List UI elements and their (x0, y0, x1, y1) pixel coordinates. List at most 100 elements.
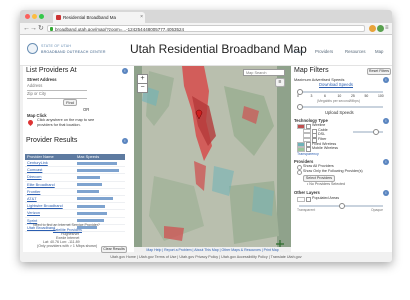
provider-name-link[interactable]: Direcom (27, 174, 41, 180)
slider-handle[interactable] (339, 203, 345, 209)
slider-handle[interactable] (373, 129, 379, 135)
technology-swatch (297, 147, 305, 152)
maximize-window-button[interactable] (39, 14, 44, 19)
table-row[interactable]: Lightwire Broadband (25, 203, 125, 211)
info-icon[interactable]: i (383, 159, 389, 165)
speed-tick-labels: 0 3 6 10 25 50 100 (297, 94, 387, 98)
transparency-label: Transparency (297, 152, 319, 156)
max-speed-bar (77, 183, 103, 187)
technology-label: Fixed Wireless (312, 141, 337, 146)
map-canvas[interactable] (134, 66, 291, 253)
table-row[interactable]: Frontier (25, 189, 125, 196)
find-button[interactable]: Find (63, 99, 77, 106)
nav-resources-link[interactable]: Resources (345, 49, 366, 54)
no-providers-text: • No Providers Selected (307, 182, 346, 186)
left-panel: List Providers At i Street Address Addre… (23, 66, 135, 253)
info-icon[interactable]: i (383, 190, 389, 196)
zoom-out-button[interactable]: − (137, 83, 148, 93)
utah-logo-icon[interactable] (27, 43, 38, 54)
provider-name-link[interactable]: AT&T (27, 196, 37, 202)
map-pin-icon (26, 118, 35, 127)
forward-arrow-icon[interactable]: → (30, 24, 37, 33)
technology-label: Wireline (312, 123, 326, 128)
map-search-input[interactable]: Map Search (243, 69, 285, 76)
provider-name-link[interactable]: Comcast (27, 167, 42, 173)
map-filters-heading: Map Filters (294, 67, 329, 74)
feedback-text: Need to find an Internet Service Provide… (33, 223, 100, 227)
nav-providers-link[interactable]: Providers (315, 49, 333, 54)
extension-icon[interactable] (369, 25, 376, 32)
info-icon[interactable]: i (122, 138, 128, 144)
max-speed-bar (77, 168, 120, 172)
max-speed-bar (77, 197, 113, 201)
download-speed-slider[interactable] (297, 89, 383, 95)
close-window-button[interactable] (25, 14, 30, 19)
table-row[interactable]: Comcast (25, 167, 125, 175)
tab-close-icon[interactable]: × (140, 12, 143, 23)
table-row[interactable]: Direcom (25, 174, 125, 182)
provider-table: Provider Name Max Speeds CenturyLink Comc… (25, 154, 125, 232)
coverage-fixed-wireless (252, 186, 274, 216)
provider-name-link[interactable]: Verizon (27, 210, 40, 216)
map-click-instructions: Click anywhere on the map to see provide… (37, 118, 95, 127)
technology-transparency-slider[interactable] (353, 129, 383, 135)
info-icon[interactable]: i (383, 77, 389, 83)
table-row[interactable]: Elite Broadband (25, 182, 125, 189)
broadband-map[interactable]: + − Map Search ≡ Map Help | Report a Pro… (134, 66, 291, 253)
street-label: Street Address (27, 77, 57, 82)
nav-map-link[interactable]: Map (375, 49, 383, 54)
speed-tick-label: 100 (378, 94, 384, 98)
max-speed-bar (77, 211, 107, 215)
logo-center-text: BROADBAND OUTREACH CENTER (41, 50, 106, 54)
speed-tick-label: 0 (297, 94, 299, 98)
show-only-radio[interactable] (297, 170, 302, 175)
reset-filters-button[interactable]: Reset Filters (367, 68, 391, 75)
table-row[interactable]: Verizon (25, 210, 125, 218)
clear-results-button[interactable]: Clear Results (101, 246, 127, 253)
provider-name-link[interactable]: Lightwire Broadband (27, 203, 63, 209)
list-providers-heading: List Providers At (26, 67, 77, 74)
nav-home-link[interactable]: Home (292, 49, 303, 54)
max-speed-bar (77, 161, 117, 165)
layer-transparency-slider[interactable] (299, 203, 383, 209)
max-speed-bar (77, 204, 105, 208)
slider-handle[interactable] (297, 104, 303, 110)
zip-input[interactable] (27, 95, 87, 99)
download-speeds-label[interactable]: Download Speeds (319, 82, 353, 87)
table-row[interactable]: AT&T (25, 196, 125, 204)
reload-icon[interactable]: ↻ (38, 24, 44, 33)
address-toolbar: ← → ↻ broadband.utah.gov/map/?zoom=...-1… (20, 23, 392, 35)
technology-label: Mobile Wireless (312, 146, 339, 151)
logo-state-text: STATE OF UTAH (41, 44, 72, 48)
provider-name-link[interactable]: Elite Broadband (27, 182, 55, 188)
technology-label: DSL (318, 132, 326, 137)
info-icon[interactable]: i (122, 68, 128, 74)
url-field[interactable]: broadband.utah.gov/map/?zoom=...-1242544… (47, 25, 365, 32)
layers-icon[interactable]: ≡ (275, 78, 285, 87)
back-arrow-icon[interactable]: ← (23, 24, 30, 33)
provider-name-link[interactable]: CenturyLink (27, 160, 48, 166)
speed-tick-label: 6 (324, 94, 326, 98)
max-speed-bar (77, 219, 104, 222)
minimize-window-button[interactable] (32, 14, 37, 19)
upload-speed-slider[interactable] (297, 104, 383, 110)
browser-tab[interactable]: Residential Broadband Ma × (53, 12, 145, 23)
populated-areas-swatch (297, 197, 305, 202)
speed-tick-label: 10 (337, 94, 342, 98)
provider-name-link[interactable]: Frontier (27, 189, 40, 195)
tab-bar: Residential Broadband Ma × (20, 10, 392, 23)
show-only-label: Show Only the Following Provider(s) (303, 169, 363, 173)
extension-icon[interactable] (377, 25, 384, 32)
populated-areas-checkbox[interactable] (306, 197, 311, 202)
url-text: broadband.utah.gov/map/?zoom=...-1242544… (55, 27, 184, 32)
provider-results-heading: Provider Results (26, 137, 78, 144)
select-providers-button[interactable]: Select Providers (303, 175, 335, 182)
page-footer[interactable]: Utah.gov Home | Utah.gov Terms of Use | … (20, 253, 392, 262)
speed-units-label: (Megabits per second/Mbps) (317, 99, 360, 103)
transparent-label: Transparent (297, 208, 316, 212)
table-row[interactable]: CenturyLink (25, 160, 125, 168)
menu-icon[interactable]: ≡ (385, 24, 389, 33)
tab-title: Residential Broadband Ma (63, 15, 117, 20)
speed-tick-label: 50 (364, 94, 369, 98)
browser-window: Residential Broadband Ma × ← → ↻ broadba… (20, 10, 392, 262)
